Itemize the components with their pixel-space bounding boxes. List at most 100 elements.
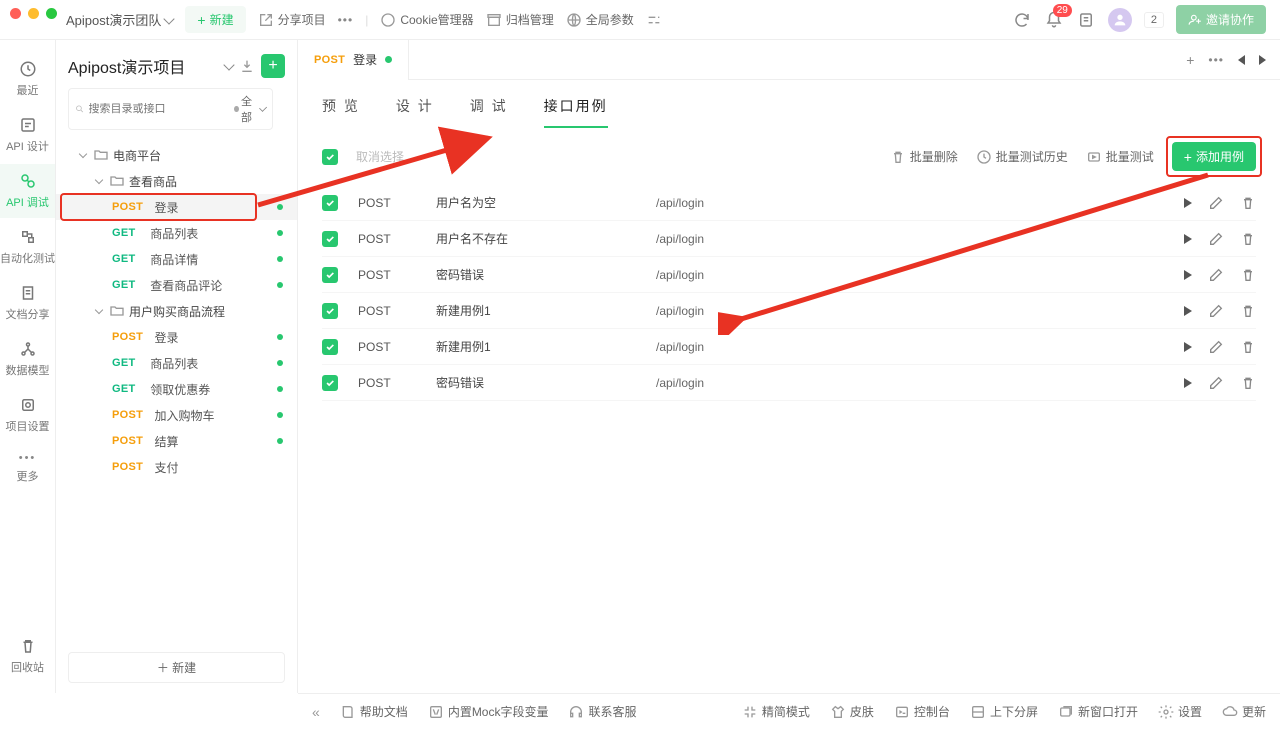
tab-login[interactable]: POST 登录 — [298, 40, 409, 79]
run-icon[interactable] — [1184, 342, 1192, 352]
share-project-button[interactable]: 分享项目 — [258, 11, 326, 28]
invite-button[interactable]: 邀请协作 — [1176, 5, 1266, 34]
more-icon[interactable]: ••• — [338, 13, 354, 27]
prev-tab-icon[interactable] — [1238, 55, 1245, 65]
run-icon[interactable] — [1184, 270, 1192, 280]
case-checkbox[interactable] — [322, 267, 338, 283]
api-flow-coupon[interactable]: GET 领取优惠券 — [56, 376, 297, 402]
chevron-down-icon[interactable] — [223, 59, 234, 70]
settings-toggle-icon[interactable] — [646, 12, 662, 28]
new-button[interactable]: + 新建 — [185, 6, 245, 33]
trash-icon[interactable] — [1240, 195, 1256, 211]
rail-api-debug[interactable]: API 调试 — [0, 164, 55, 218]
run-icon[interactable] — [1184, 306, 1192, 316]
next-tab-icon[interactable] — [1259, 55, 1266, 65]
add-tab-icon[interactable]: + — [1186, 53, 1194, 67]
batch-history-button[interactable]: 批量测试历史 — [976, 148, 1068, 165]
api-goods-detail[interactable]: GET 商品详情 — [56, 246, 297, 272]
rail-recent[interactable]: 最近 — [0, 52, 55, 106]
team-selector[interactable]: Apipost演示团队 — [66, 10, 173, 29]
api-flow-list[interactable]: GET 商品列表 — [56, 350, 297, 376]
trash-icon[interactable] — [1240, 231, 1256, 247]
subtab-preview[interactable]: 预 览 — [322, 96, 360, 128]
run-icon[interactable] — [1184, 378, 1192, 388]
case-row[interactable]: POST 新建用例1 /api/login — [322, 293, 1256, 329]
subtab-cases[interactable]: 接口用例 — [544, 96, 608, 128]
mac-close[interactable] — [10, 8, 21, 19]
search-input[interactable]: 全部 — [68, 88, 273, 130]
sidebar-new-button[interactable]: ＋ 新建 — [68, 652, 285, 683]
folder-ecommerce[interactable]: 电商平台 — [56, 142, 297, 168]
help-doc-button[interactable]: 帮助文档 — [340, 703, 408, 720]
case-row[interactable]: POST 密码错误 /api/login — [322, 257, 1256, 293]
subtab-design[interactable]: 设 计 — [396, 96, 434, 128]
mac-minimize[interactable] — [28, 8, 39, 19]
case-row[interactable]: POST 新建用例1 /api/login — [322, 329, 1256, 365]
case-checkbox[interactable] — [322, 339, 338, 355]
mock-vars-button[interactable]: 内置Mock字段变量 — [428, 703, 549, 720]
rail-doc-share[interactable]: 文档分享 — [0, 276, 55, 330]
collapse-icon[interactable]: « — [312, 704, 320, 720]
trash-icon[interactable] — [1240, 267, 1256, 283]
api-goods-list[interactable]: GET 商品列表 — [56, 220, 297, 246]
case-checkbox[interactable] — [322, 231, 338, 247]
mac-zoom[interactable] — [46, 8, 57, 19]
batch-test-button[interactable]: 批量测试 — [1086, 148, 1154, 165]
new-window-button[interactable]: 新窗口打开 — [1058, 703, 1138, 720]
import-icon[interactable] — [239, 58, 255, 74]
api-login[interactable]: POST 登录 — [56, 194, 297, 220]
avatar[interactable] — [1108, 8, 1132, 32]
api-flow-pay[interactable]: POST 支付 — [56, 454, 297, 480]
add-case-button[interactable]: + 添加用例 — [1172, 142, 1256, 171]
folder-purchase-flow[interactable]: 用户购买商品流程 — [56, 298, 297, 324]
rail-project-settings[interactable]: 项目设置 — [0, 388, 55, 442]
update-button[interactable]: 更新 — [1222, 703, 1266, 720]
select-all-checkbox[interactable] — [322, 149, 338, 165]
folder-view-goods[interactable]: 查看商品 — [56, 168, 297, 194]
api-flow-checkout[interactable]: POST 结算 — [56, 428, 297, 454]
api-flow-login[interactable]: POST 登录 — [56, 324, 297, 350]
trash-icon[interactable] — [1240, 375, 1256, 391]
simple-mode-button[interactable]: 精简模式 — [742, 703, 810, 720]
note-icon[interactable] — [1076, 10, 1096, 30]
bell-icon[interactable]: 29 — [1044, 10, 1064, 30]
edit-icon[interactable] — [1208, 195, 1224, 211]
more-icon[interactable]: ••• — [1208, 53, 1224, 67]
run-icon[interactable] — [1184, 198, 1192, 208]
case-row[interactable]: POST 密码错误 /api/login — [322, 365, 1256, 401]
edit-icon[interactable] — [1208, 375, 1224, 391]
case-checkbox[interactable] — [322, 303, 338, 319]
add-button[interactable]: + — [261, 54, 285, 78]
edit-icon[interactable] — [1208, 267, 1224, 283]
edit-icon[interactable] — [1208, 303, 1224, 319]
sync-icon[interactable] — [1012, 10, 1032, 30]
rail-api-design[interactable]: API 设计 — [0, 108, 55, 162]
cookie-manager-button[interactable]: Cookie管理器 — [380, 11, 473, 28]
filter-all[interactable]: 全部 — [234, 93, 266, 125]
run-icon[interactable] — [1184, 234, 1192, 244]
case-row[interactable]: POST 用户名为空 /api/login — [322, 185, 1256, 221]
edit-icon[interactable] — [1208, 339, 1224, 355]
batch-delete-button[interactable]: 批量删除 — [890, 148, 958, 165]
project-title[interactable]: Apipost演示项目 — [68, 54, 219, 78]
rail-auto-test[interactable]: 自动化测试 — [0, 220, 55, 274]
rail-more[interactable]: ••• 更多 — [0, 444, 55, 492]
split-button[interactable]: 上下分屏 — [970, 703, 1038, 720]
skin-button[interactable]: 皮肤 — [830, 703, 874, 720]
trash-icon[interactable] — [1240, 339, 1256, 355]
console-button[interactable]: 控制台 — [894, 703, 950, 720]
archive-button[interactable]: 归档管理 — [486, 11, 554, 28]
rail-data-model[interactable]: 数据模型 — [0, 332, 55, 386]
api-goods-reviews[interactable]: GET 查看商品评论 — [56, 272, 297, 298]
case-checkbox[interactable] — [322, 195, 338, 211]
rail-recycle[interactable]: 回收站 — [0, 629, 55, 683]
case-checkbox[interactable] — [322, 375, 338, 391]
subtab-debug[interactable]: 调 试 — [470, 96, 508, 128]
edit-icon[interactable] — [1208, 231, 1224, 247]
contact-button[interactable]: 联系客服 — [568, 703, 636, 720]
settings-button[interactable]: 设置 — [1158, 703, 1202, 720]
trash-icon[interactable] — [1240, 303, 1256, 319]
case-row[interactable]: POST 用户名不存在 /api/login — [322, 221, 1256, 257]
api-flow-cart[interactable]: POST 加入购物车 — [56, 402, 297, 428]
global-params-button[interactable]: 全局参数 — [566, 11, 634, 28]
